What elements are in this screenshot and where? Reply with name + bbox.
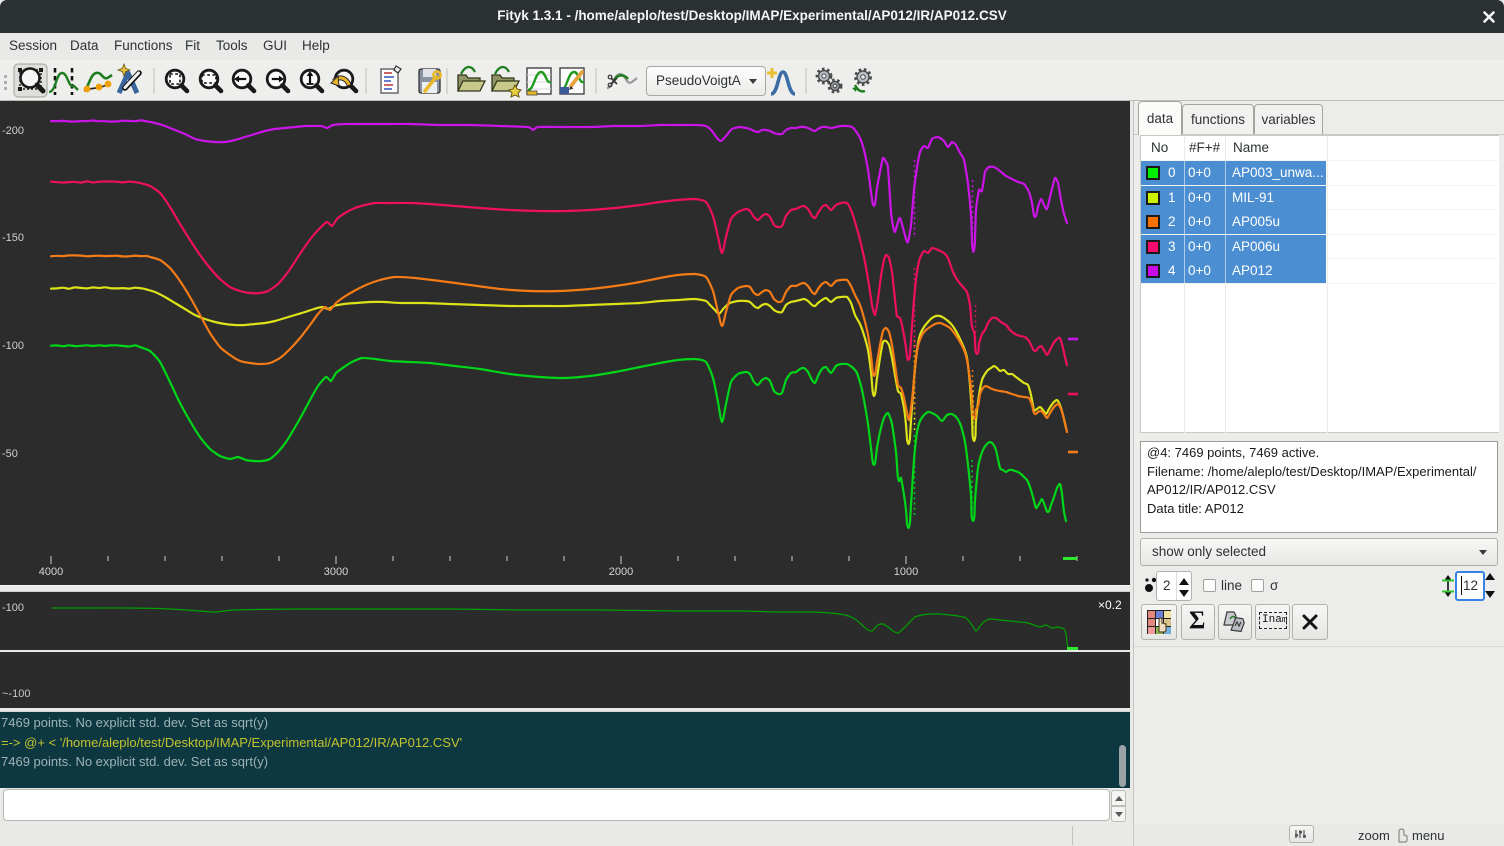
- svg-text:-50: -50: [2, 448, 18, 460]
- svg-text:4000: 4000: [39, 566, 63, 578]
- svg-text:-200: -200: [2, 125, 24, 137]
- svg-text:2000: 2000: [609, 566, 633, 578]
- svg-text:3000: 3000: [324, 566, 348, 578]
- svg-text:-100: -100: [2, 602, 24, 614]
- svg-text:-150: -150: [2, 232, 24, 244]
- svg-text:-100: -100: [2, 340, 24, 352]
- svg-text:×0.2: ×0.2: [1098, 598, 1122, 612]
- svg-text:1000: 1000: [894, 566, 918, 578]
